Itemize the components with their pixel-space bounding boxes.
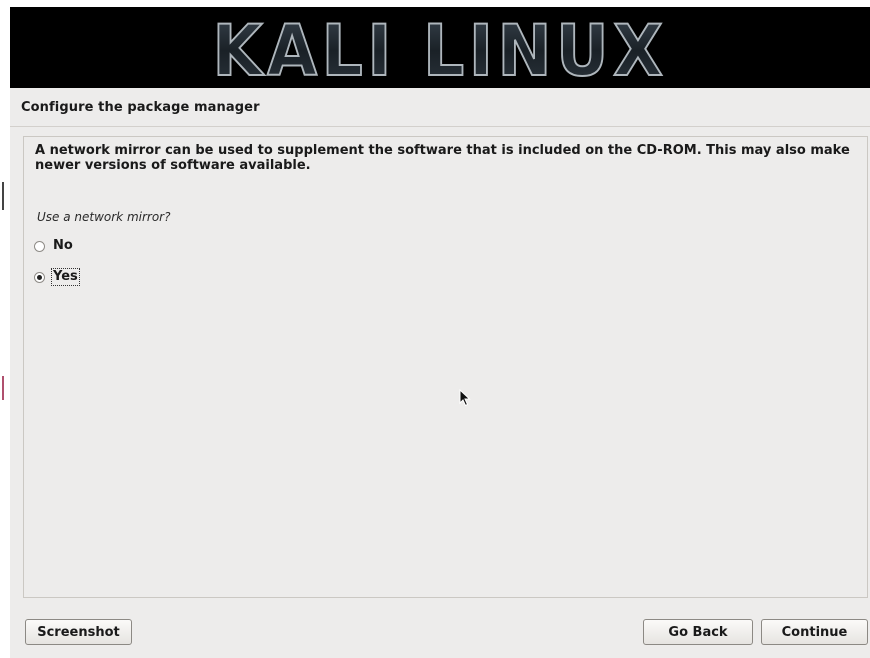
page-title: Configure the package manager xyxy=(21,100,260,115)
radio-option-no[interactable]: No xyxy=(34,236,74,256)
installer-screen: KALI LINUX Configure the package manager… xyxy=(0,0,870,658)
radio-option-yes[interactable]: Yes xyxy=(34,267,80,287)
left-edge-margin xyxy=(0,0,9,658)
go-back-button[interactable]: Go Back xyxy=(643,619,753,645)
edge-artifact xyxy=(2,376,4,400)
screenshot-button[interactable]: Screenshot xyxy=(25,619,132,645)
edge-artifact xyxy=(2,182,4,210)
logo-text: KALI LINUX xyxy=(213,10,668,88)
option-label-no[interactable]: No xyxy=(52,238,74,254)
description-text: A network mirror can be used to suppleme… xyxy=(35,143,850,173)
option-label-yes[interactable]: Yes xyxy=(51,268,80,286)
continue-button[interactable]: Continue xyxy=(761,619,868,645)
radio-button-no[interactable] xyxy=(34,240,45,252)
content-panel: A network mirror can be used to suppleme… xyxy=(23,136,868,598)
kali-banner: KALI LINUX xyxy=(10,7,870,88)
mouse-pointer-icon xyxy=(459,389,471,407)
radio-button-yes[interactable] xyxy=(34,271,45,283)
kali-linux-logo: KALI LINUX xyxy=(212,9,668,88)
question-label: Use a network mirror? xyxy=(37,210,171,224)
title-divider xyxy=(10,126,870,127)
